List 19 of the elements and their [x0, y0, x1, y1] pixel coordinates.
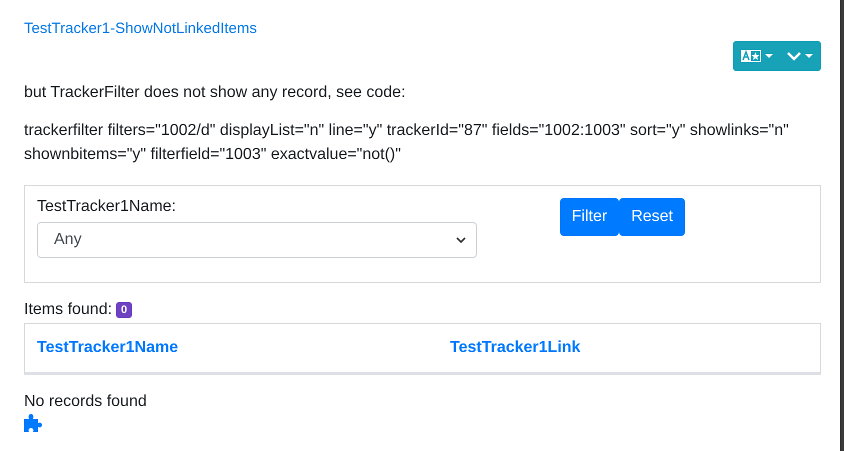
- menu-button[interactable]: [787, 52, 813, 60]
- empty-message: No records found: [24, 393, 148, 411]
- items-found-label: Items found:: [24, 301, 112, 319]
- filter-button[interactable]: Reset: [619, 198, 685, 236]
- caret-icon: [805, 54, 813, 58]
- caret-icon: [765, 54, 773, 58]
- translate-button[interactable]: [741, 50, 773, 62]
- column-header[interactable]: TestTracker1Link: [450, 339, 808, 357]
- filter-label: TestTracker1Name:: [37, 198, 177, 216]
- code-text: trackerfilter filters="1002/d" displayList="n" line="y" trackerId="87" fields="1002:1003" sort="y" showlinks="n" shownbitems="y" filterfield="1003" exactvalue="not()": [24, 121, 790, 165]
- chevron-icon: [787, 52, 801, 60]
- filter-button[interactable]: Filter: [560, 198, 620, 236]
- translate-icon: [741, 50, 761, 62]
- select-field[interactable]: Any: [37, 222, 477, 258]
- page-title[interactable]: TestTracker1-ShowNotLinkedItems: [24, 20, 257, 37]
- count-badge: 0: [116, 302, 132, 318]
- chevron-icon: [456, 237, 466, 243]
- intro-text: but TrackerFilter does not show any record, see code:: [24, 83, 407, 103]
- column-header[interactable]: TestTracker1Name: [37, 339, 450, 357]
